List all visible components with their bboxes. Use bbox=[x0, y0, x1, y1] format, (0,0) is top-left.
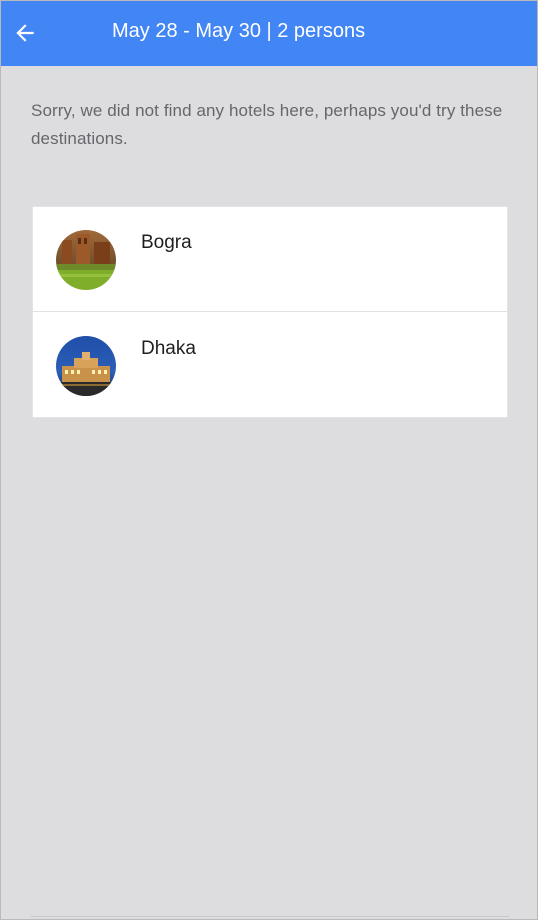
app-bar: May 28 - May 30 | 2 persons bbox=[1, 1, 537, 66]
app-screen: May 28 - May 30 | 2 persons Sorry, we di… bbox=[0, 0, 538, 920]
no-results-message: Sorry, we did not find any hotels here, … bbox=[31, 101, 503, 148]
back-button[interactable] bbox=[9, 15, 41, 51]
bottom-divider bbox=[31, 916, 509, 917]
destination-item-dhaka[interactable]: Dhaka bbox=[33, 313, 507, 418]
destinations-list: Bogra Dhaka bbox=[32, 206, 508, 418]
page-title: May 28 - May 30 | 2 persons bbox=[112, 20, 366, 42]
destination-name: Dhaka bbox=[141, 338, 196, 359]
destination-photo-bogra bbox=[56, 230, 116, 290]
destination-name: Bogra bbox=[141, 232, 192, 253]
destination-item-bogra[interactable]: Bogra bbox=[33, 207, 507, 312]
arrow-left-icon bbox=[16, 24, 34, 42]
destination-photo-dhaka bbox=[56, 336, 116, 396]
